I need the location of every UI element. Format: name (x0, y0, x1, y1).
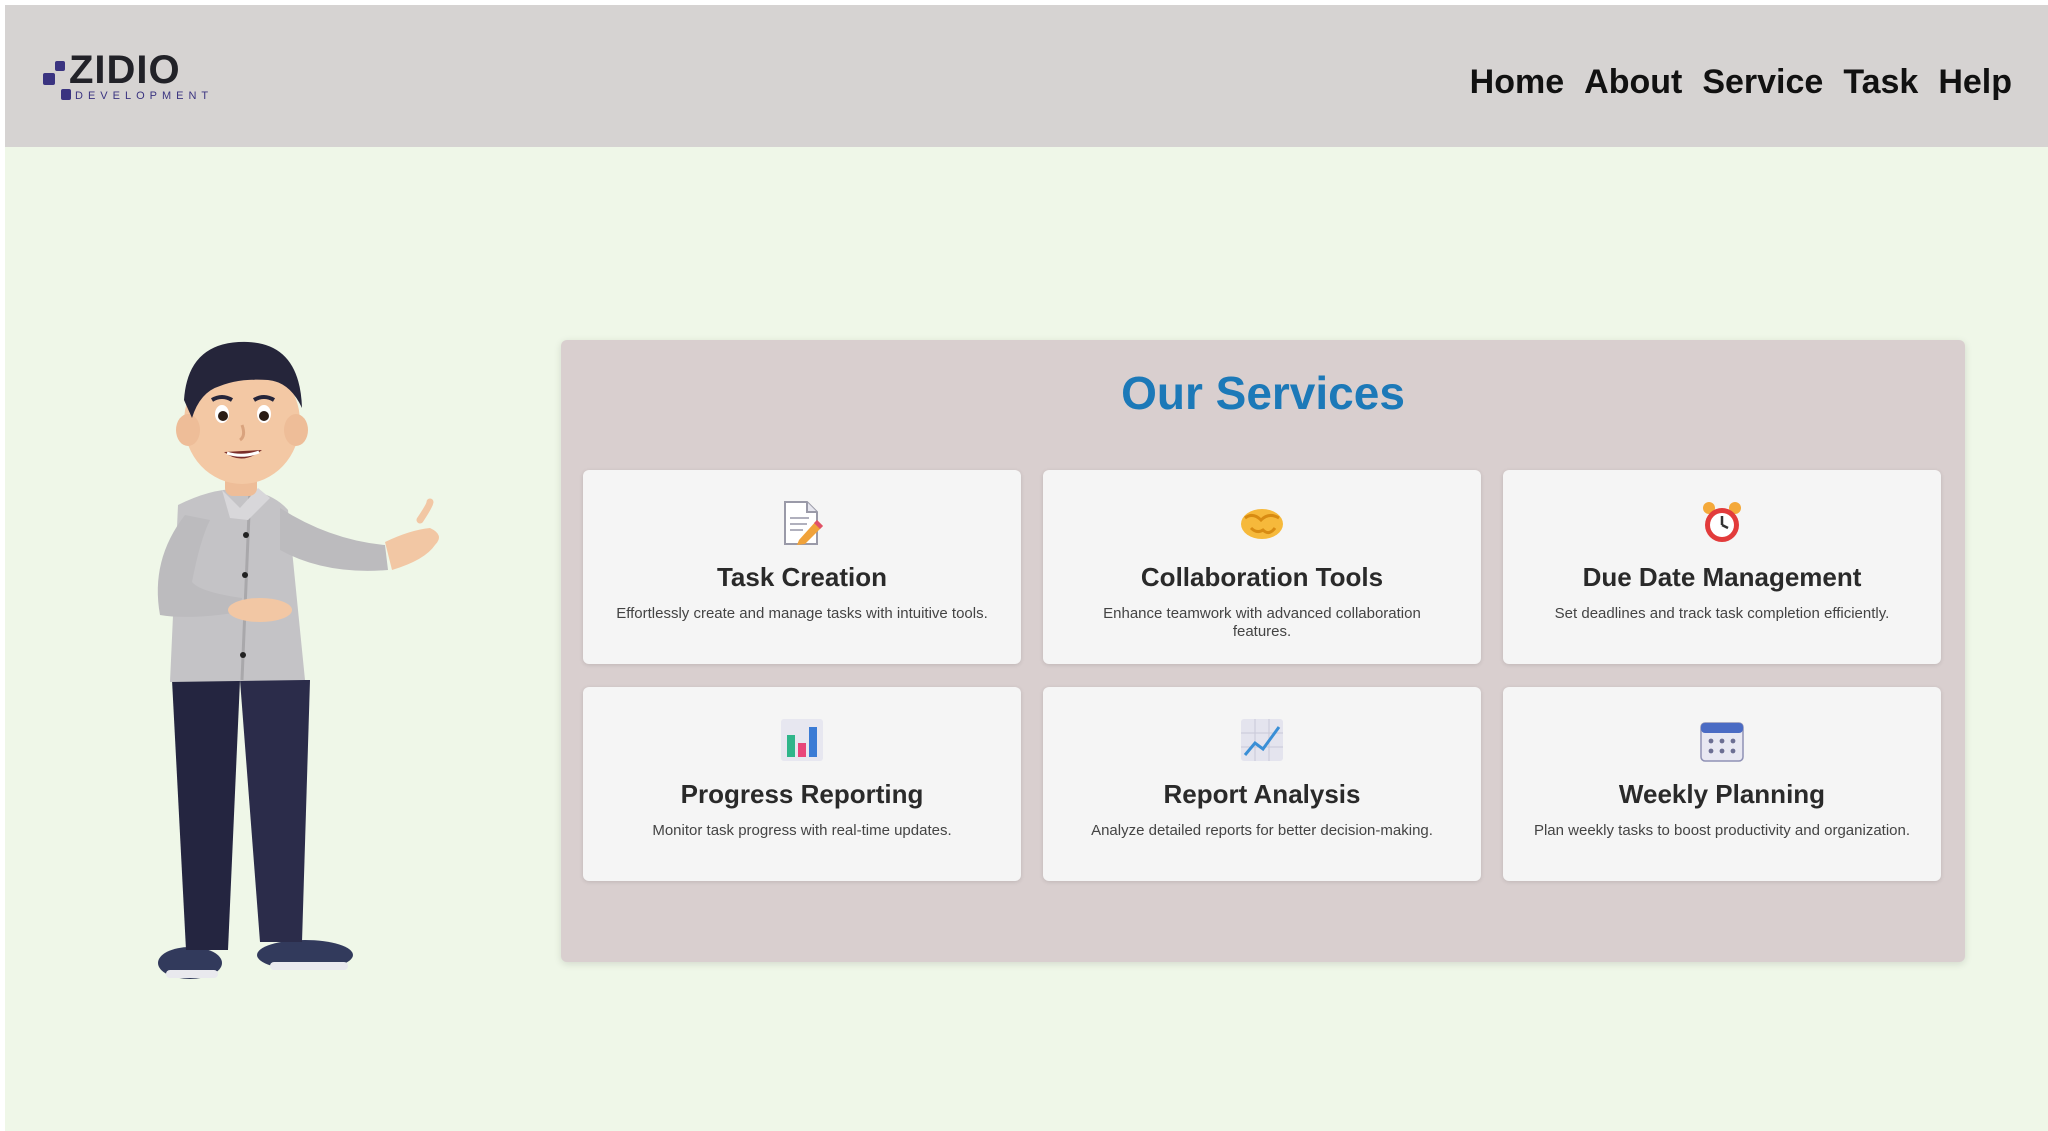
services-panel: Our Services Task Creation Effortlessly … (561, 340, 1965, 962)
top-navbar: ZIDIO DEVELOPMENT Home About Service Tas… (5, 5, 2048, 147)
card-title: Report Analysis (1163, 779, 1361, 809)
service-card-progress-reporting[interactable]: Progress Reporting Monitor task progress… (583, 687, 1021, 881)
services-grid: Task Creation Effortlessly create and ma… (583, 470, 1941, 881)
card-description: Plan weekly tasks to boost productivity … (1533, 822, 1911, 839)
card-description: Monitor task progress with real-time upd… (652, 822, 952, 839)
services-title: Our Services (1121, 367, 1405, 419)
bar-chart-icon (781, 719, 823, 761)
card-title: Task Creation (716, 562, 887, 592)
zidio-logo[interactable]: ZIDIO DEVELOPMENT (43, 49, 243, 105)
main-nav: Home About Service Task Help (1470, 57, 2012, 107)
card-title: Weekly Planning (1618, 779, 1826, 809)
card-description: Analyze detailed reports for better deci… (1091, 822, 1433, 839)
card-description: Enhance teamwork with advanced collabora… (1103, 605, 1421, 640)
presenter-character-illustration (157, 341, 439, 979)
card-title: Collaboration Tools (1140, 562, 1384, 592)
nav-help-link[interactable]: Help (1938, 57, 2012, 107)
card-description: Set deadlines and track task completion … (1554, 605, 1890, 622)
nav-task-link[interactable]: Task (1843, 57, 1918, 107)
nav-home-link[interactable]: Home (1470, 57, 1564, 107)
nav-about-link[interactable]: About (1584, 57, 1682, 107)
nav-service-link[interactable]: Service (1702, 57, 1823, 107)
page: ZIDIO DEVELOPMENT Home About Service Tas… (5, 5, 2048, 1131)
svg-text:DEVELOPMENT: DEVELOPMENT (75, 90, 213, 102)
svg-text:ZIDIO: ZIDIO (69, 49, 181, 92)
service-card-report-analysis[interactable]: Report Analysis Analyze detailed reports… (1043, 687, 1481, 881)
handshake-icon (1241, 509, 1283, 539)
service-card-collaboration-tools[interactable]: Collaboration Tools Enhance teamwork wit… (1043, 470, 1481, 664)
card-title: Due Date Management (1582, 562, 1862, 592)
card-description: Effortlessly create and manage tasks wit… (616, 605, 988, 622)
trend-chart-icon (1241, 719, 1283, 761)
alarm-clock-icon (1703, 502, 1741, 542)
service-card-task-creation[interactable]: Task Creation Effortlessly create and ma… (583, 470, 1021, 664)
calendar-icon (1700, 722, 1744, 762)
card-title: Progress Reporting (680, 779, 924, 809)
service-card-weekly-planning[interactable]: Weekly Planning Plan weekly tasks to boo… (1503, 687, 1941, 881)
memo-pencil-icon (784, 501, 823, 545)
service-card-due-date-management[interactable]: Due Date Management Set deadlines and tr… (1503, 470, 1941, 664)
